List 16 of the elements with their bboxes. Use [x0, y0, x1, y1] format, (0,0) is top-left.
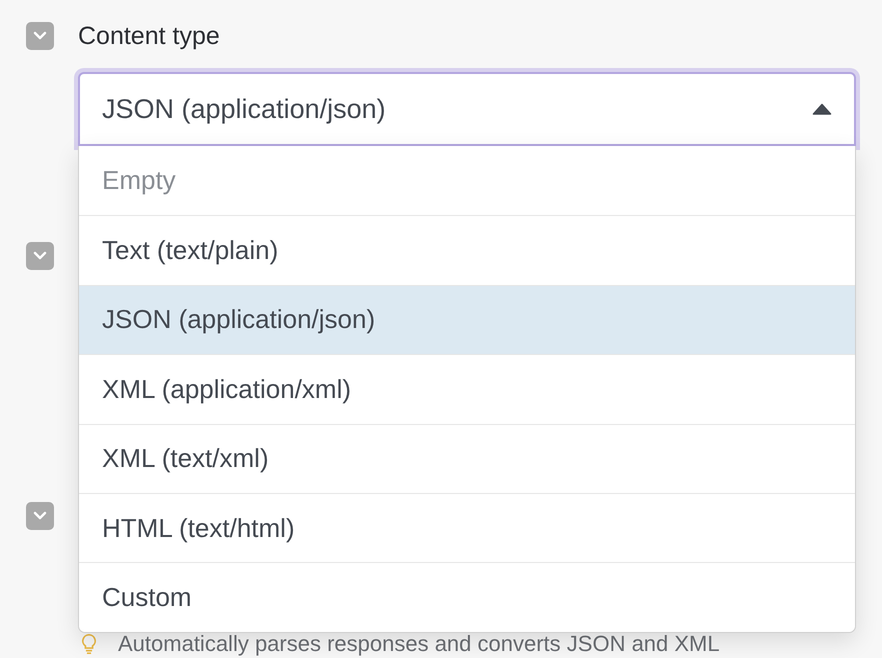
hint-text: Automatically parses responses and converts JSON and XML [118, 632, 720, 656]
collapse-toggle[interactable] [26, 242, 54, 270]
chevron-icon [33, 31, 47, 41]
dropdown-option[interactable]: JSON (application/json) [79, 284, 855, 354]
caret-icon [812, 103, 832, 115]
dropdown-option[interactable]: XML (application/xml) [79, 354, 855, 424]
section-label: Content type [78, 22, 220, 50]
collapse-toggle[interactable] [26, 502, 54, 530]
dropdown-option[interactable]: HTML (text/html) [79, 492, 855, 562]
chevron-icon [33, 511, 47, 521]
dropdown-option[interactable]: Custom [79, 562, 855, 632]
collapse-toggle[interactable] [26, 22, 54, 50]
dropdown-option[interactable]: Text (text/plain) [79, 215, 855, 285]
dropdown-option[interactable]: XML (text/xml) [79, 424, 855, 493]
lightbulb-icon [82, 634, 96, 654]
chevron-icon [33, 251, 47, 261]
